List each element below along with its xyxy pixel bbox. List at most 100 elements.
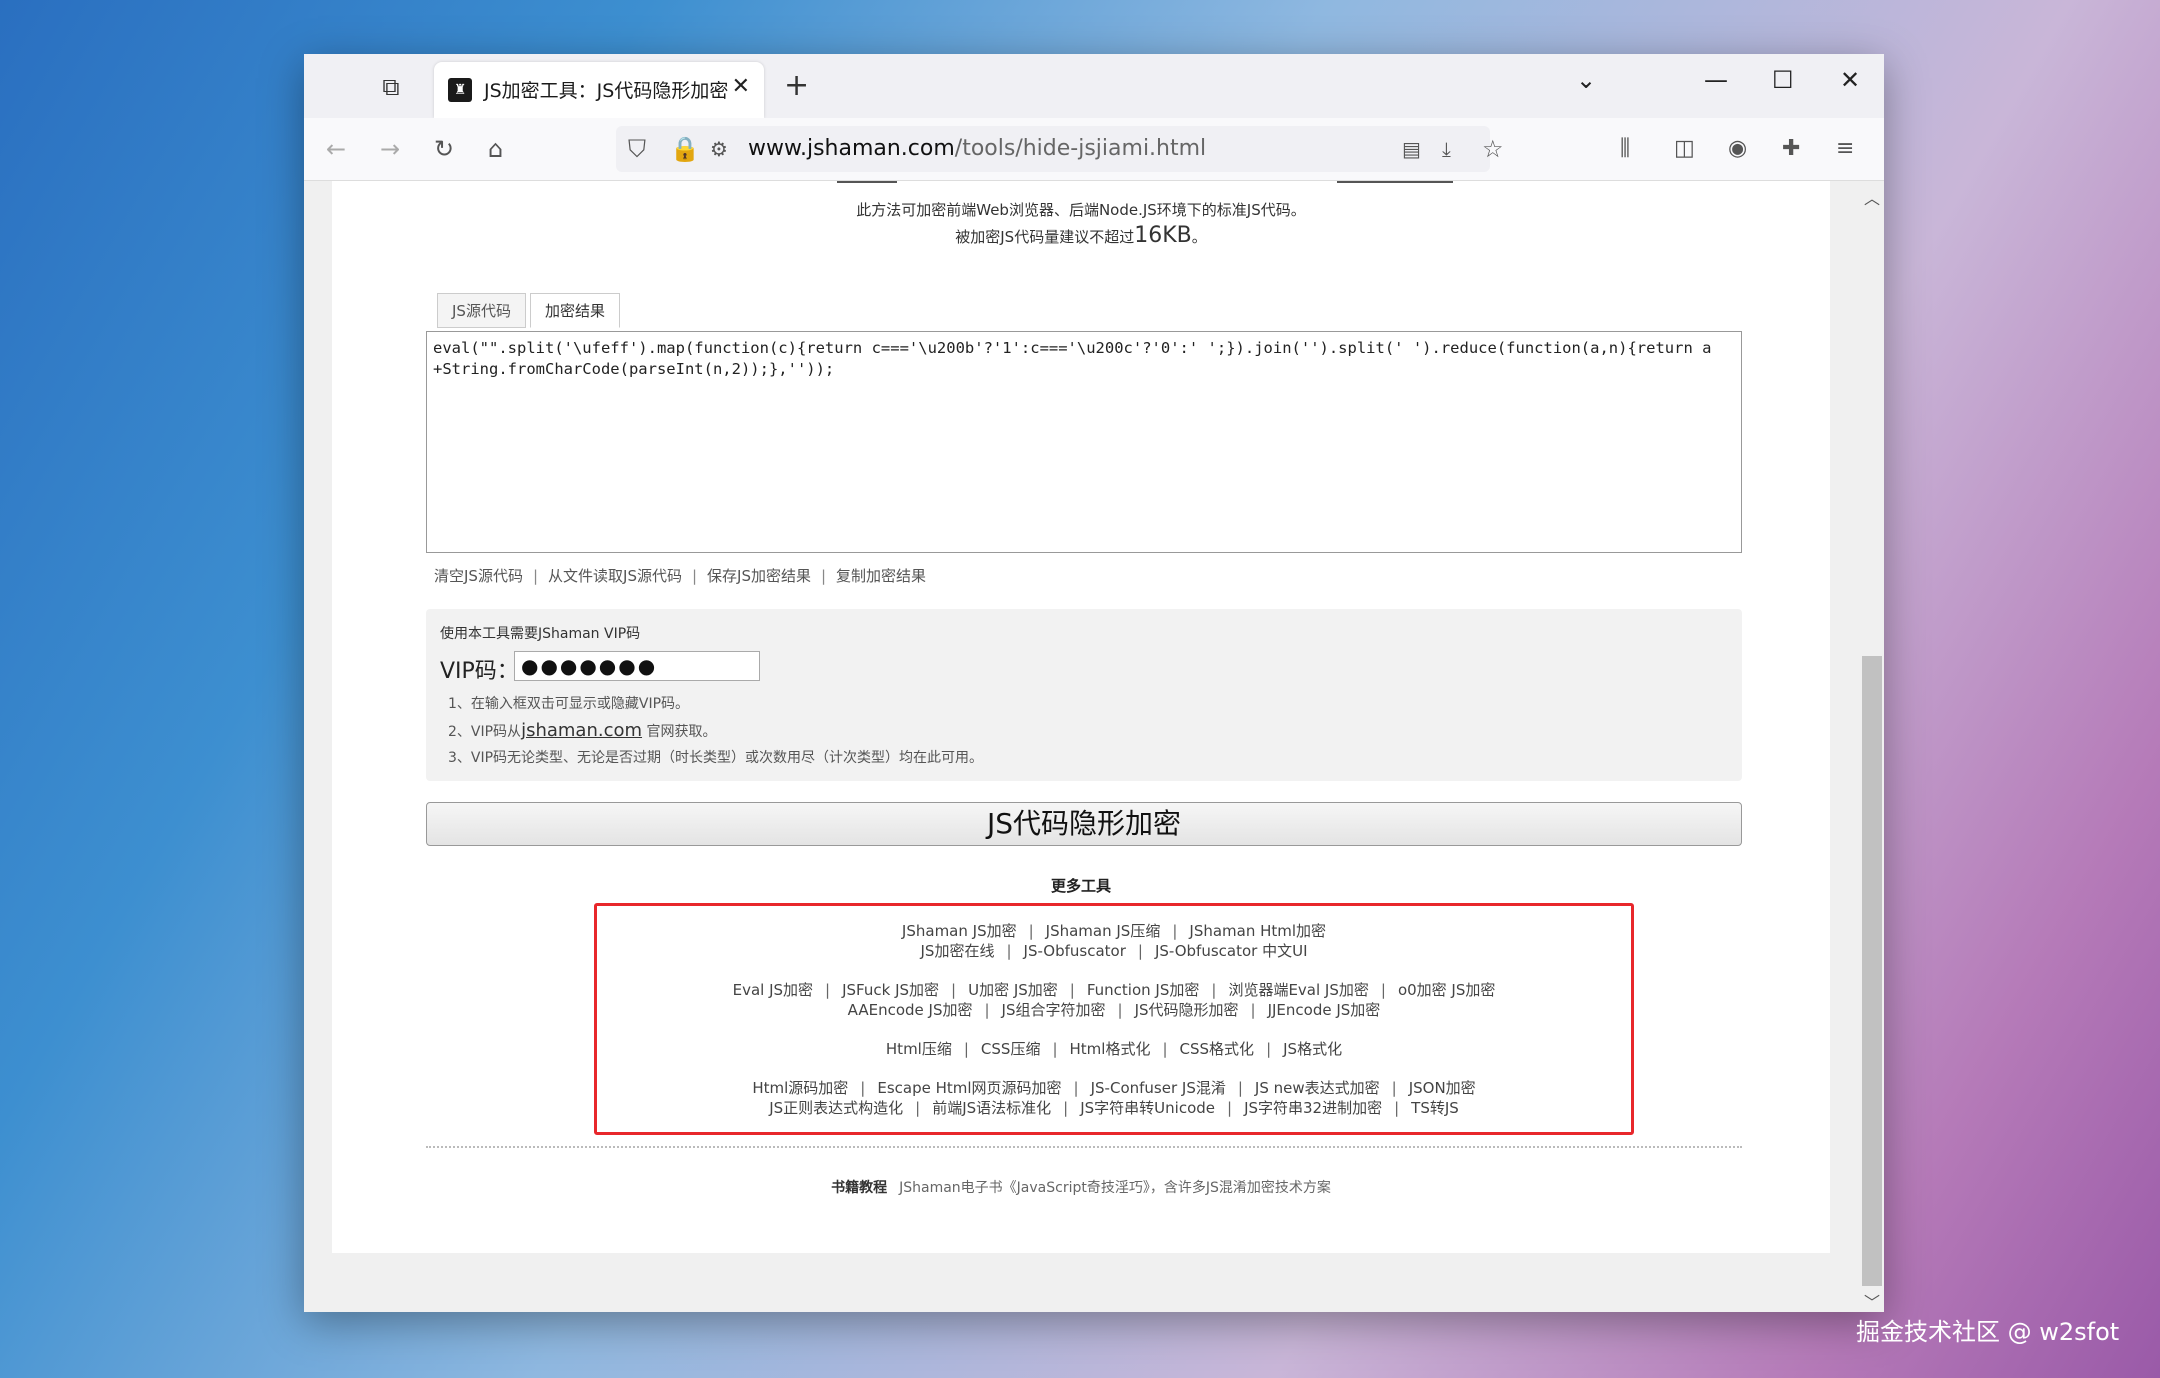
tool-link[interactable]: JS代码隐形加密 (1135, 1001, 1239, 1019)
tool-separator: | (1172, 922, 1178, 940)
tool-link[interactable]: JS加密在线 (921, 942, 995, 960)
tool-link[interactable]: 浏览器端Eval JS加密 (1228, 981, 1368, 999)
reload-icon[interactable]: ↻ (434, 134, 454, 164)
page-body: 此方法可加密前端Web浏览器、后端Node.JS环境下的标准JS代码。 被加密J… (332, 181, 1830, 1253)
tool-separator: | (1006, 942, 1012, 960)
tool-separator: | (1117, 1001, 1123, 1019)
tool-link[interactable]: o0加密 JS加密 (1398, 981, 1495, 999)
shield-icon[interactable]: ⛉ (628, 134, 646, 164)
save-result-link[interactable]: 保存JS加密结果 (707, 567, 811, 585)
new-tab-icon[interactable]: + (784, 68, 809, 103)
tool-separator: | (915, 1099, 921, 1117)
library-icon[interactable]: ⫼ (1620, 134, 1630, 164)
tool-separator: | (1063, 1099, 1069, 1117)
tool-links-line: Eval JS加密 | JSFuck JS加密 | U加密 JS加密 | Function … (597, 979, 1631, 1000)
tool-link[interactable]: JShaman JS压缩 (1046, 922, 1161, 940)
more-tools-title: 更多工具 (1050, 877, 1111, 895)
code-textarea[interactable]: eval("".split('\ufeff').map(function(c){… (426, 331, 1742, 553)
tool-links-line: JS正则表达式构造化 | 前端JS语法标准化 | JS字符串转Unicode | JS字符串… (597, 1097, 1631, 1118)
tool-link[interactable]: U加密 JS加密 (968, 981, 1058, 999)
tab-encrypted-result[interactable]: 加密结果 (529, 293, 620, 328)
tool-link[interactable]: JS组合字符加密 (1002, 1001, 1106, 1019)
tool-link[interactable]: JS-Obfuscator (1024, 942, 1126, 960)
tool-link[interactable]: 前端JS语法标准化 (932, 1099, 1051, 1117)
scroll-up-icon[interactable]: ︿ (1864, 185, 1880, 209)
tool-link[interactable]: Eval JS加密 (733, 981, 813, 999)
tool-links-line: AAEncode JS加密 | JS组合字符加密 | JS代码隐形加密 | JJEncode… (597, 999, 1631, 1020)
code-tabs: JS源代码 加密结果 (437, 293, 624, 328)
browser-window: ⧉ ♜ JS加密工具：JS代码隐形加密 ✕ + ⌄ — ☐ ✕ ← → ↻ ⌂ … (304, 54, 1884, 1312)
tool-link[interactable]: JS字符串转Unicode (1080, 1099, 1215, 1117)
minimize-icon[interactable]: — (1704, 66, 1728, 94)
url-text[interactable]: www.jshaman.com/tools/hide-jsjiami.html (748, 136, 1206, 161)
tool-link[interactable]: CSS格式化 (1180, 1040, 1255, 1058)
tab-source-code[interactable]: JS源代码 (437, 293, 526, 328)
description-line-2: 被加密JS代码量建议不超过16KB。 (332, 223, 1830, 248)
tool-link[interactable]: JS-Confuser JS混淆 (1091, 1079, 1226, 1097)
jshaman-link[interactable]: jshaman.com (521, 720, 642, 741)
tool-link[interactable]: CSS压缩 (981, 1040, 1041, 1058)
vip-title: 使用本工具需要JShaman VIP码 (440, 626, 641, 642)
footer-text[interactable]: JShaman电子书《JavaScript奇技淫巧》，含许多JS混淆加密技术方案 (899, 1180, 1331, 1196)
tool-separator: | (1069, 981, 1075, 999)
tab-list-chevron-icon[interactable]: ⌄ (1576, 66, 1596, 94)
sidebar-icon[interactable]: ◫ (1674, 134, 1695, 164)
tool-link[interactable]: JSON加密 (1409, 1079, 1476, 1097)
read-file-link[interactable]: 从文件读取JS源代码 (548, 567, 682, 585)
tool-separator: | (1391, 1079, 1397, 1097)
tool-link[interactable]: JSFuck JS加密 (842, 981, 939, 999)
tool-link[interactable]: JS new表达式加密 (1255, 1079, 1380, 1097)
active-tab[interactable]: ♜ JS加密工具：JS代码隐形加密 ✕ (434, 62, 764, 118)
tool-separator: | (1211, 981, 1217, 999)
maximize-icon[interactable]: ☐ (1772, 66, 1794, 94)
tool-link[interactable]: Html压缩 (886, 1040, 952, 1058)
home-icon[interactable]: ⌂ (488, 134, 503, 164)
vip-note-1: 1、在输入框双击可显示或隐藏VIP码。 (448, 696, 690, 712)
vip-code-input[interactable]: ●●●●●●● (514, 651, 760, 681)
tool-link[interactable]: TS转JS (1411, 1099, 1459, 1117)
tool-links-line: Html源码加密 | Escape Html网页源码加密 | JS-Confuser J… (597, 1077, 1631, 1098)
desc2-size: 16KB (1134, 223, 1192, 248)
tool-link[interactable]: JS格式化 (1283, 1040, 1342, 1058)
tool-link[interactable]: JShaman Html加密 (1189, 922, 1326, 940)
tab-manager-icon[interactable]: ⧉ (376, 72, 406, 102)
tool-link[interactable]: Escape Html网页源码加密 (877, 1079, 1061, 1097)
tool-link[interactable]: JJEncode JS加密 (1268, 1001, 1381, 1019)
forward-icon[interactable]: → (380, 134, 400, 164)
vip-panel: 使用本工具需要JShaman VIP码 VIP码： ●●●●●●● 1、在输入框… (426, 609, 1742, 781)
tool-link[interactable]: JS正则表达式构造化 (769, 1099, 903, 1117)
close-tab-icon[interactable]: ✕ (732, 74, 750, 99)
tool-link[interactable]: JS字符串32进制加密 (1244, 1099, 1382, 1117)
bookmark-star-icon[interactable]: ☆ (1482, 134, 1504, 164)
encrypt-button[interactable]: JS代码隐形加密 (426, 802, 1742, 846)
tool-link[interactable]: Html源码加密 (752, 1079, 848, 1097)
url-bar[interactable]: ⛉ 🔒 ⚙ www.jshaman.com/tools/hide-jsjiami… (616, 126, 1504, 172)
tool-link[interactable]: JShaman JS加密 (902, 922, 1017, 940)
copy-result-link[interactable]: 复制加密结果 (836, 567, 926, 585)
action-links: 清空JS源代码 | 从文件读取JS源代码 | 保存JS加密结果 | 复制加密结果 (434, 567, 927, 585)
vip-note-2-prefix: 2、VIP码从 (448, 724, 522, 740)
download-icon[interactable]: ⤓ (1442, 134, 1451, 164)
close-window-icon[interactable]: ✕ (1840, 66, 1860, 94)
watermark: 掘金技术社区 @ w2sfot (1856, 1318, 2120, 1346)
permissions-icon[interactable]: ⚙ (710, 134, 728, 164)
tool-link[interactable]: JS-Obfuscator 中文UI (1155, 942, 1308, 960)
nav-toolbar: ← → ↻ ⌂ ⛉ 🔒 ⚙ www.jshaman.com/tools/hide… (304, 118, 1884, 181)
clear-source-link[interactable]: 清空JS源代码 (434, 567, 523, 585)
tool-link[interactable]: AAEncode JS加密 (848, 1001, 973, 1019)
account-icon[interactable]: ◉ (1728, 134, 1747, 164)
reader-view-icon[interactable]: ▤ (1402, 134, 1421, 164)
lock-icon[interactable]: 🔒 (670, 134, 700, 164)
footer-label: 书籍教程 (831, 1180, 888, 1196)
scrollbar-thumb[interactable] (1862, 656, 1882, 1286)
back-icon[interactable]: ← (326, 134, 346, 164)
scroll-down-icon[interactable]: ﹀ (1864, 1289, 1880, 1312)
tool-separator: | (1250, 1001, 1256, 1019)
tool-link[interactable]: Function JS加密 (1087, 981, 1200, 999)
menu-icon[interactable]: ≡ (1836, 134, 1854, 164)
tool-link[interactable]: Html格式化 (1070, 1040, 1151, 1058)
more-tools-box: JShaman JS加密 | JShaman JS压缩 | JShaman Html加密… (594, 903, 1634, 1135)
tool-separator: | (1052, 1040, 1058, 1058)
extensions-icon[interactable]: ✚ (1782, 134, 1800, 164)
tool-separator: | (1073, 1079, 1079, 1097)
